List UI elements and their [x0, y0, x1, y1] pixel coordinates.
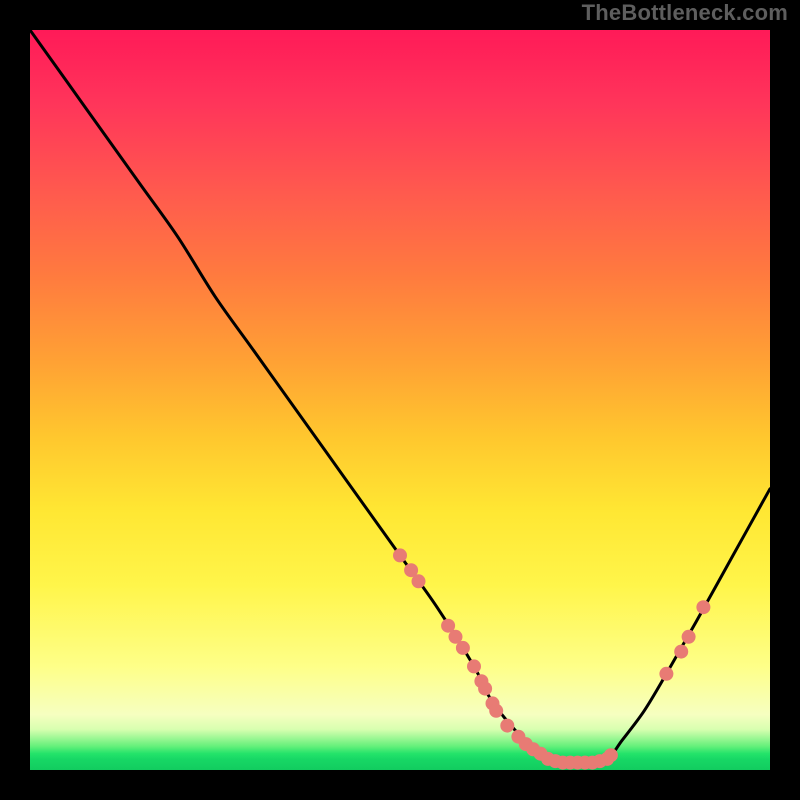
marker-point [412, 574, 426, 588]
highlighted-points [393, 548, 710, 769]
chart-frame: TheBottleneck.com [0, 0, 800, 800]
curve-layer [30, 30, 770, 770]
marker-point [478, 682, 492, 696]
bottleneck-curve [30, 30, 770, 763]
marker-point [659, 667, 673, 681]
marker-point [393, 548, 407, 562]
marker-point [467, 659, 481, 673]
marker-point [489, 704, 503, 718]
marker-point [674, 645, 688, 659]
marker-point [500, 719, 514, 733]
watermark-text: TheBottleneck.com [582, 0, 788, 26]
marker-point [682, 630, 696, 644]
marker-point [456, 641, 470, 655]
marker-point [696, 600, 710, 614]
plot-gradient-background [30, 30, 770, 770]
marker-point [604, 748, 618, 762]
